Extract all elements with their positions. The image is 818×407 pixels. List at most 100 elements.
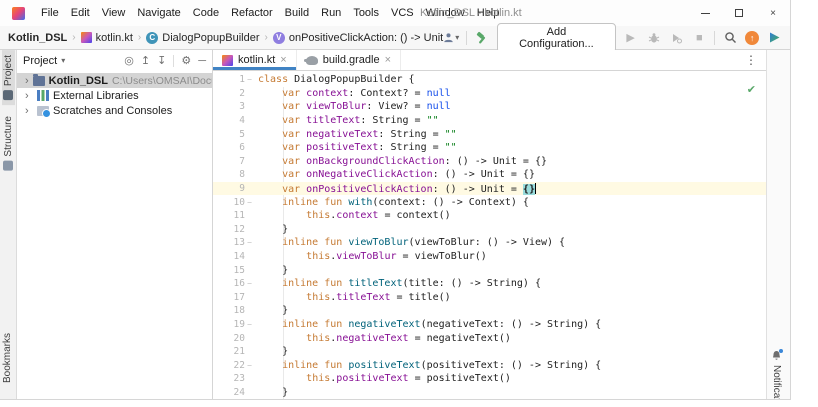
inspection-ok-icon[interactable]: ✔	[747, 83, 756, 96]
code-line[interactable]: 22− inline fun positiveText(positiveText…	[213, 358, 766, 372]
breadcrumb-item[interactable]: Kotlin_DSL	[8, 32, 67, 44]
tab-options-icon[interactable]: ⋮	[736, 50, 766, 70]
line-number[interactable]: 14	[213, 251, 245, 262]
tool-stripe-tab-structure[interactable]: Structure	[2, 111, 15, 176]
line-number[interactable]: 13	[213, 237, 245, 248]
menu-tools[interactable]: Tools	[347, 3, 385, 23]
expand-chevron-icon[interactable]: ›	[25, 105, 33, 117]
line-number[interactable]: 15	[213, 265, 245, 276]
code-line[interactable]: 2 var context: Context? = null	[213, 87, 766, 101]
line-number[interactable]: 7	[213, 156, 245, 167]
menu-code[interactable]: Code	[187, 3, 225, 23]
run-with-coverage-button[interactable]	[668, 30, 684, 46]
breadcrumb-item[interactable]: VonPositiveClickAction: () -> Unit	[272, 31, 443, 44]
code-line[interactable]: 12 }	[213, 223, 766, 237]
menu-run[interactable]: Run	[315, 3, 347, 23]
fold-marker-icon[interactable]: −	[245, 198, 254, 207]
fold-marker-icon[interactable]: −	[245, 75, 254, 84]
menu-edit[interactable]: Edit	[65, 3, 96, 23]
code-line[interactable]: 23 this.positiveText = positiveText()	[213, 372, 766, 386]
line-number[interactable]: 10	[213, 197, 245, 208]
line-number[interactable]: 20	[213, 333, 245, 344]
fold-marker-icon[interactable]: −	[245, 361, 254, 370]
close-tab-icon[interactable]: ×	[280, 54, 286, 66]
line-number[interactable]: 2	[213, 88, 245, 99]
line-number[interactable]: 8	[213, 169, 245, 180]
code-line[interactable]: 11 this.context = context()	[213, 209, 766, 223]
fold-marker-icon[interactable]: −	[245, 279, 254, 288]
debug-button[interactable]	[646, 30, 662, 46]
code-line[interactable]: 4 var titleText: String = ""	[213, 114, 766, 128]
line-number[interactable]: 11	[213, 210, 245, 221]
code-line[interactable]: 21 }	[213, 345, 766, 359]
line-number[interactable]: 3	[213, 101, 245, 112]
search-everywhere-icon[interactable]	[722, 30, 738, 46]
line-number[interactable]: 6	[213, 142, 245, 153]
breadcrumb-item[interactable]: C DialogPopupBuilder	[146, 31, 260, 44]
code-line[interactable]: 9 var onPositiveClickAction: () -> Unit …	[213, 181, 766, 196]
settings-gear-icon[interactable]: ⚙	[181, 54, 191, 67]
stop-button[interactable]: ■	[691, 30, 707, 46]
close-tab-icon[interactable]: ×	[385, 54, 391, 66]
code-line[interactable]: 6 var positiveText: String = ""	[213, 141, 766, 155]
run-button[interactable]: ▶	[623, 30, 639, 46]
build-hammer-icon[interactable]	[474, 30, 490, 46]
code-line[interactable]: 18 }	[213, 304, 766, 318]
code-line[interactable]: 5 var negativeText: String = ""	[213, 127, 766, 141]
fold-marker-icon[interactable]: −	[245, 320, 254, 329]
line-number[interactable]: 17	[213, 292, 245, 303]
code-line[interactable]: 17 this.titleText = title()	[213, 291, 766, 305]
expand-all-icon[interactable]: ↥	[141, 54, 150, 67]
line-number[interactable]: 21	[213, 346, 245, 357]
line-number[interactable]: 12	[213, 224, 245, 235]
collapse-all-icon[interactable]: ↧	[157, 54, 166, 67]
code-line[interactable]: 14 this.viewToBlur = viewToBlur()	[213, 250, 766, 264]
breadcrumb-item[interactable]: kotlin.kt	[80, 32, 133, 44]
line-number[interactable]: 16	[213, 278, 245, 289]
line-number[interactable]: 19	[213, 319, 245, 330]
tree-row[interactable]: › Scratches and Consoles	[17, 103, 212, 118]
editor-tab-build-gradle[interactable]: build.gradle ×	[297, 50, 402, 70]
code-line[interactable]: 7 var onBackgroundClickAction: () -> Uni…	[213, 155, 766, 169]
expand-chevron-icon[interactable]: ›	[25, 90, 33, 102]
locate-icon[interactable]: ◎	[124, 54, 134, 67]
menu-vcs[interactable]: VCS	[385, 3, 420, 23]
menu-file[interactable]: File	[35, 3, 65, 23]
code-area[interactable]: 1− class DialogPopupBuilder {2 var contex…	[213, 71, 766, 399]
ide-feature-icon[interactable]	[766, 30, 782, 46]
menu-refactor[interactable]: Refactor	[225, 3, 279, 23]
line-number[interactable]: 22	[213, 360, 245, 371]
code-line[interactable]: 24 }	[213, 386, 766, 399]
menu-build[interactable]: Build	[279, 3, 315, 23]
code-line[interactable]: 8 var onNegativeClickAction: () -> Unit …	[213, 168, 766, 182]
tree-row[interactable]: › Kotlin_DSLC:\Users\OMSAI\Documents\Kotl…	[17, 73, 212, 88]
code-line[interactable]: 15 }	[213, 263, 766, 277]
code-line[interactable]: 16− inline fun titleText(title: () -> St…	[213, 277, 766, 291]
tool-stripe-tab-project[interactable]: Project	[1, 50, 15, 106]
line-number[interactable]: 24	[213, 387, 245, 398]
menu-view[interactable]: View	[96, 3, 132, 23]
code-line[interactable]: 10− inline fun with(context: () -> Conte…	[213, 195, 766, 209]
line-number[interactable]: 9	[213, 183, 245, 194]
expand-chevron-icon[interactable]: ›	[25, 75, 29, 87]
add-configuration-button[interactable]: Add Configuration...	[497, 22, 616, 53]
menu-navigate[interactable]: Navigate	[131, 3, 186, 23]
editor-tab-kotlin-kt[interactable]: kotlin.kt ×	[213, 50, 297, 70]
code-line[interactable]: 19− inline fun negativeText(negativeText…	[213, 318, 766, 332]
chevron-down-icon[interactable]: ▾	[61, 56, 65, 65]
line-number[interactable]: 4	[213, 115, 245, 126]
code-line[interactable]: 1− class DialogPopupBuilder {	[213, 73, 766, 87]
code-line[interactable]: 20 this.negativeText = negativeText()	[213, 331, 766, 345]
line-number[interactable]: 18	[213, 305, 245, 316]
tool-stripe-tab-bookmarks[interactable]: Bookmarks	[1, 328, 14, 388]
code-line[interactable]: 13− inline fun viewToBlur(viewToBlur: ()…	[213, 236, 766, 250]
code-line[interactable]: 3 var viewToBlur: View? = null	[213, 100, 766, 114]
user-dropdown-icon[interactable]: ▾	[443, 30, 459, 46]
tool-stripe-tab-notifications[interactable]: Notifications	[770, 345, 783, 399]
line-number[interactable]: 1	[213, 74, 245, 85]
line-number[interactable]: 23	[213, 373, 245, 384]
fold-marker-icon[interactable]: −	[245, 238, 254, 247]
line-number[interactable]: 5	[213, 129, 245, 140]
hide-panel-icon[interactable]: ─	[198, 55, 206, 67]
update-available-icon[interactable]: ↑	[745, 30, 760, 45]
